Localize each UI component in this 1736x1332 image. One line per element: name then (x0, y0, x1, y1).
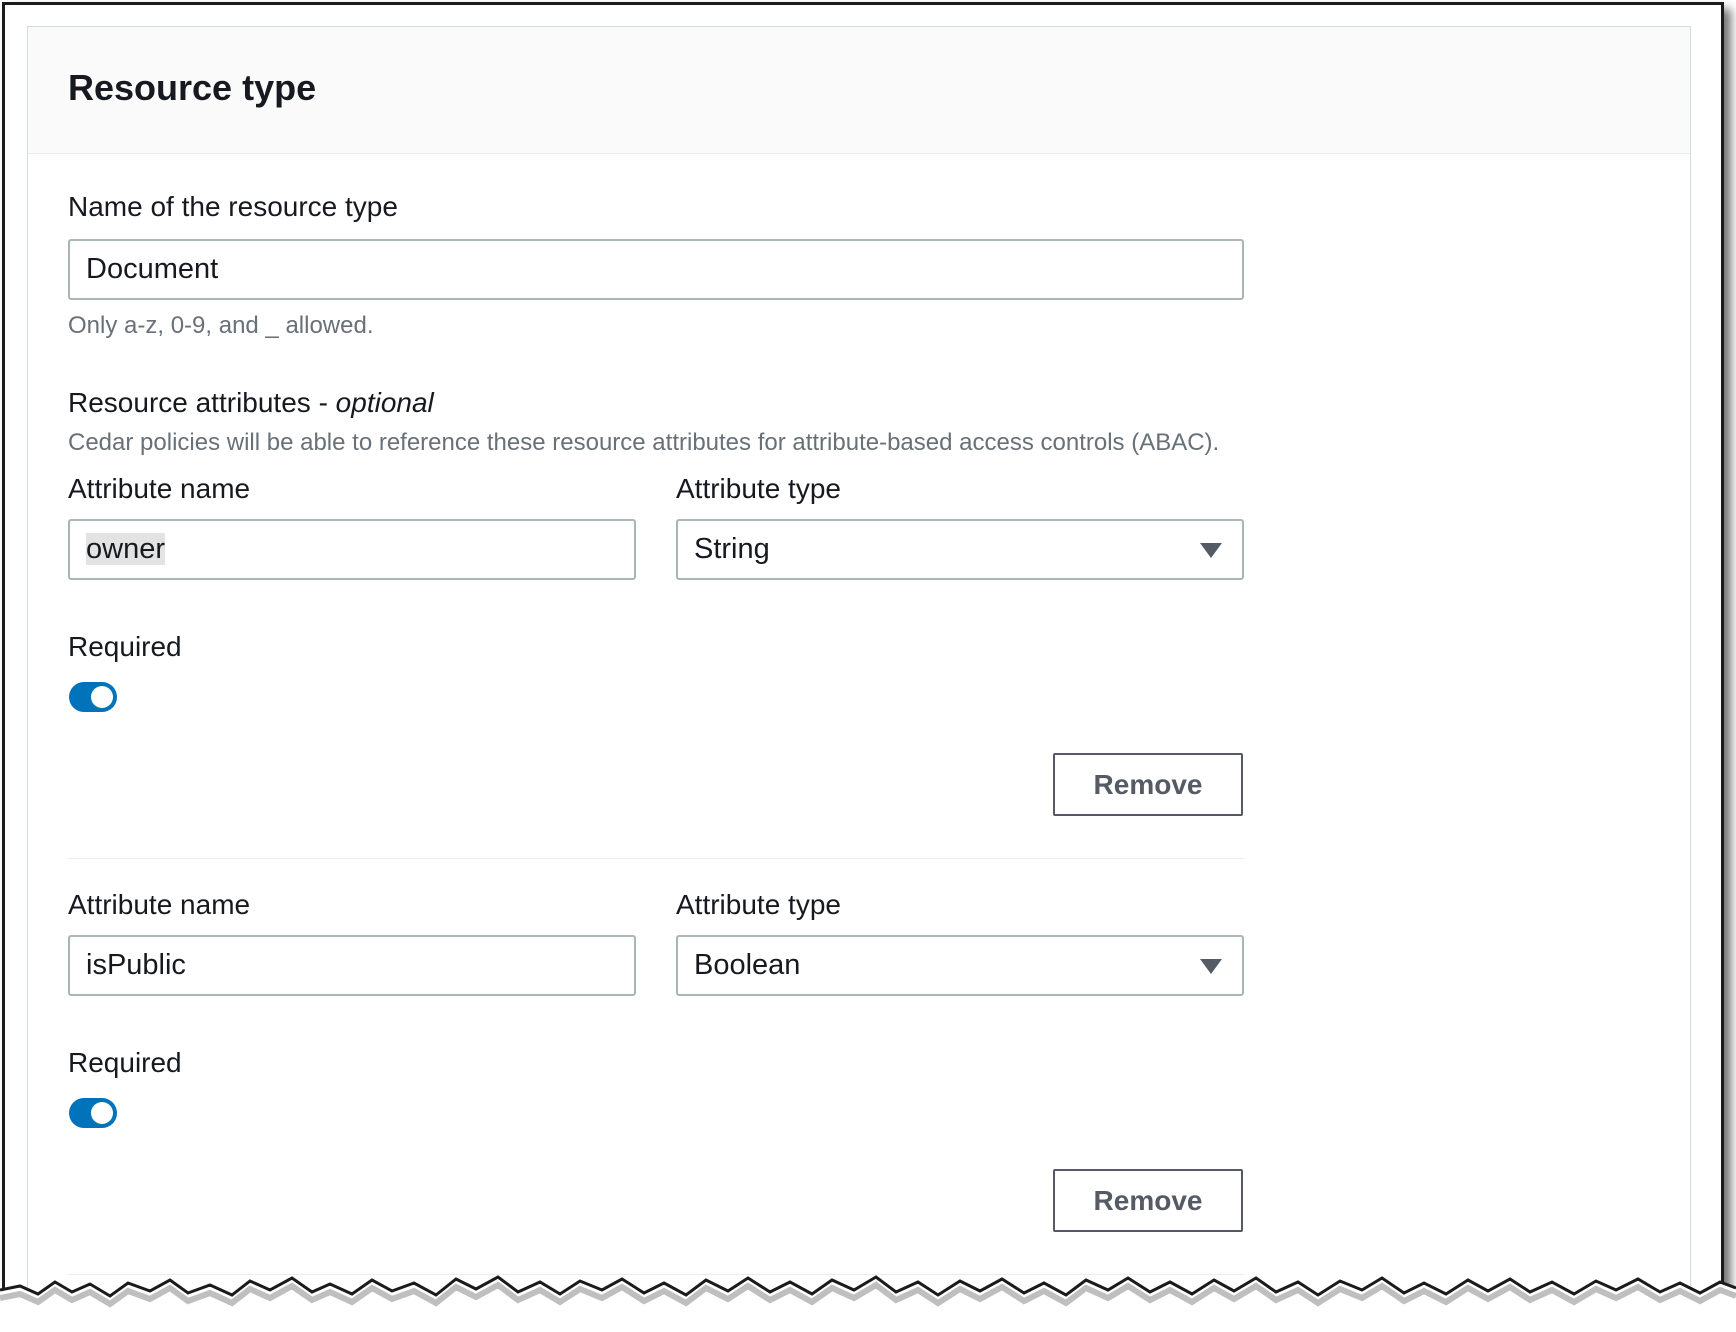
attribute-type-label: Attribute type (676, 473, 841, 504)
attribute-name-input[interactable]: owner (68, 519, 636, 580)
resource-attributes-description: Cedar policies will be able to reference… (68, 429, 1220, 456)
resource-name-value: Document (86, 253, 219, 285)
screenshot-scene: Resource type Name of the resource type … (0, 0, 1736, 1332)
toggle-knob (91, 1102, 113, 1124)
panel-header: Resource type (28, 27, 1690, 154)
required-label: Required (68, 631, 182, 662)
attribute-type-label: Attribute type (676, 889, 841, 920)
resource-type-panel: Resource type Name of the resource type … (27, 26, 1691, 1328)
attribute-type-value: Boolean (694, 949, 801, 981)
attribute-type-value: String (694, 533, 770, 565)
resource-name-label: Name of the resource type (68, 191, 398, 222)
caret-down-icon (1200, 543, 1222, 558)
resource-attributes-label-text: Resource attributes - (68, 387, 336, 418)
attribute-type-select[interactable]: Boolean (676, 935, 1244, 996)
required-toggle[interactable] (69, 682, 117, 712)
torn-edge-decoration (0, 1275, 1736, 1332)
toggle-knob (91, 686, 113, 708)
required-toggle[interactable] (69, 1098, 117, 1128)
attribute-name-label: Attribute name (68, 473, 251, 504)
attribute-type-select[interactable]: String (676, 519, 1244, 580)
attribute-name-input[interactable]: isPublic (68, 935, 636, 996)
panel-title: Resource type (68, 67, 317, 108)
attribute-name-value: isPublic (86, 949, 186, 981)
optional-marker: optional (335, 387, 434, 418)
attribute-divider (68, 858, 1244, 859)
resource-name-hint: Only a-z, 0-9, and _ allowed. (68, 312, 374, 339)
remove-attribute-button[interactable]: Remove (1053, 1169, 1243, 1232)
remove-attribute-button[interactable]: Remove (1053, 753, 1243, 816)
resource-attributes-label: Resource attributes - optional (68, 387, 434, 419)
resource-name-input[interactable]: Document (68, 239, 1244, 300)
attribute-name-value: owner (86, 533, 165, 565)
caret-down-icon (1200, 959, 1222, 974)
attribute-name-label: Attribute name (68, 889, 251, 920)
required-label: Required (68, 1047, 182, 1078)
